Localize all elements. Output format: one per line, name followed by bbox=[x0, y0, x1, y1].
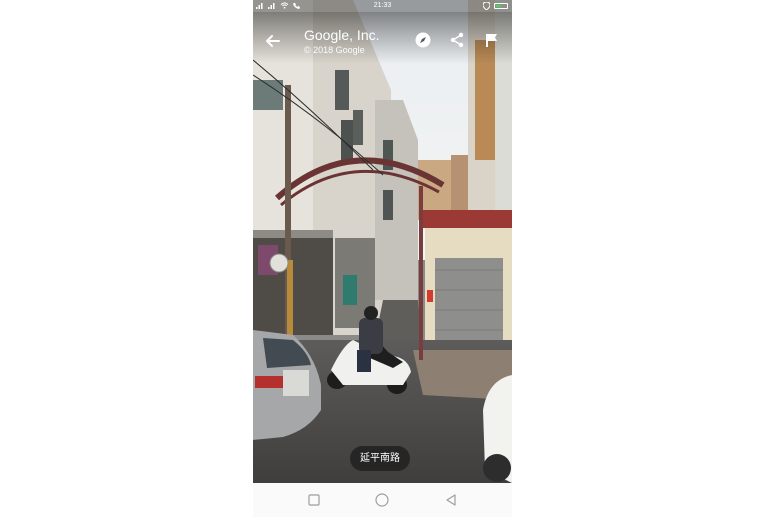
recent-apps-button[interactable] bbox=[306, 492, 322, 508]
status-right-group bbox=[483, 2, 508, 10]
system-back-button[interactable] bbox=[443, 492, 459, 508]
home-button[interactable] bbox=[374, 492, 390, 508]
share-icon bbox=[450, 32, 464, 48]
street-view-header: Google, Inc. © 2018 Google bbox=[253, 12, 512, 64]
street-name-chip[interactable]: 延平南路 bbox=[350, 446, 410, 471]
attribution-title: Google, Inc. bbox=[304, 27, 380, 43]
title-block: Google, Inc. © 2018 Google bbox=[304, 27, 380, 55]
square-icon bbox=[308, 494, 320, 506]
flag-icon bbox=[486, 34, 497, 47]
triangle-back-icon bbox=[446, 494, 456, 506]
street-view-panorama[interactable] bbox=[253, 0, 512, 483]
report-button[interactable] bbox=[480, 28, 504, 52]
arrow-back-icon bbox=[266, 35, 280, 47]
status-bar: 21:33 bbox=[253, 0, 512, 12]
system-nav-bar bbox=[253, 483, 512, 517]
battery-icon bbox=[494, 3, 508, 9]
copyright-text: © 2018 Google bbox=[304, 45, 365, 55]
status-time: 21:33 bbox=[373, 2, 392, 9]
circle-icon bbox=[375, 493, 389, 507]
share-button[interactable] bbox=[445, 28, 469, 52]
compass-button[interactable] bbox=[411, 28, 435, 52]
compass-icon bbox=[415, 32, 431, 48]
back-button[interactable] bbox=[261, 29, 285, 53]
location-icon bbox=[483, 2, 490, 10]
street-view-image bbox=[253, 0, 512, 483]
phone-screen: 21:33 Google, Inc. © 2018 Google 延平南路 bbox=[253, 0, 512, 517]
